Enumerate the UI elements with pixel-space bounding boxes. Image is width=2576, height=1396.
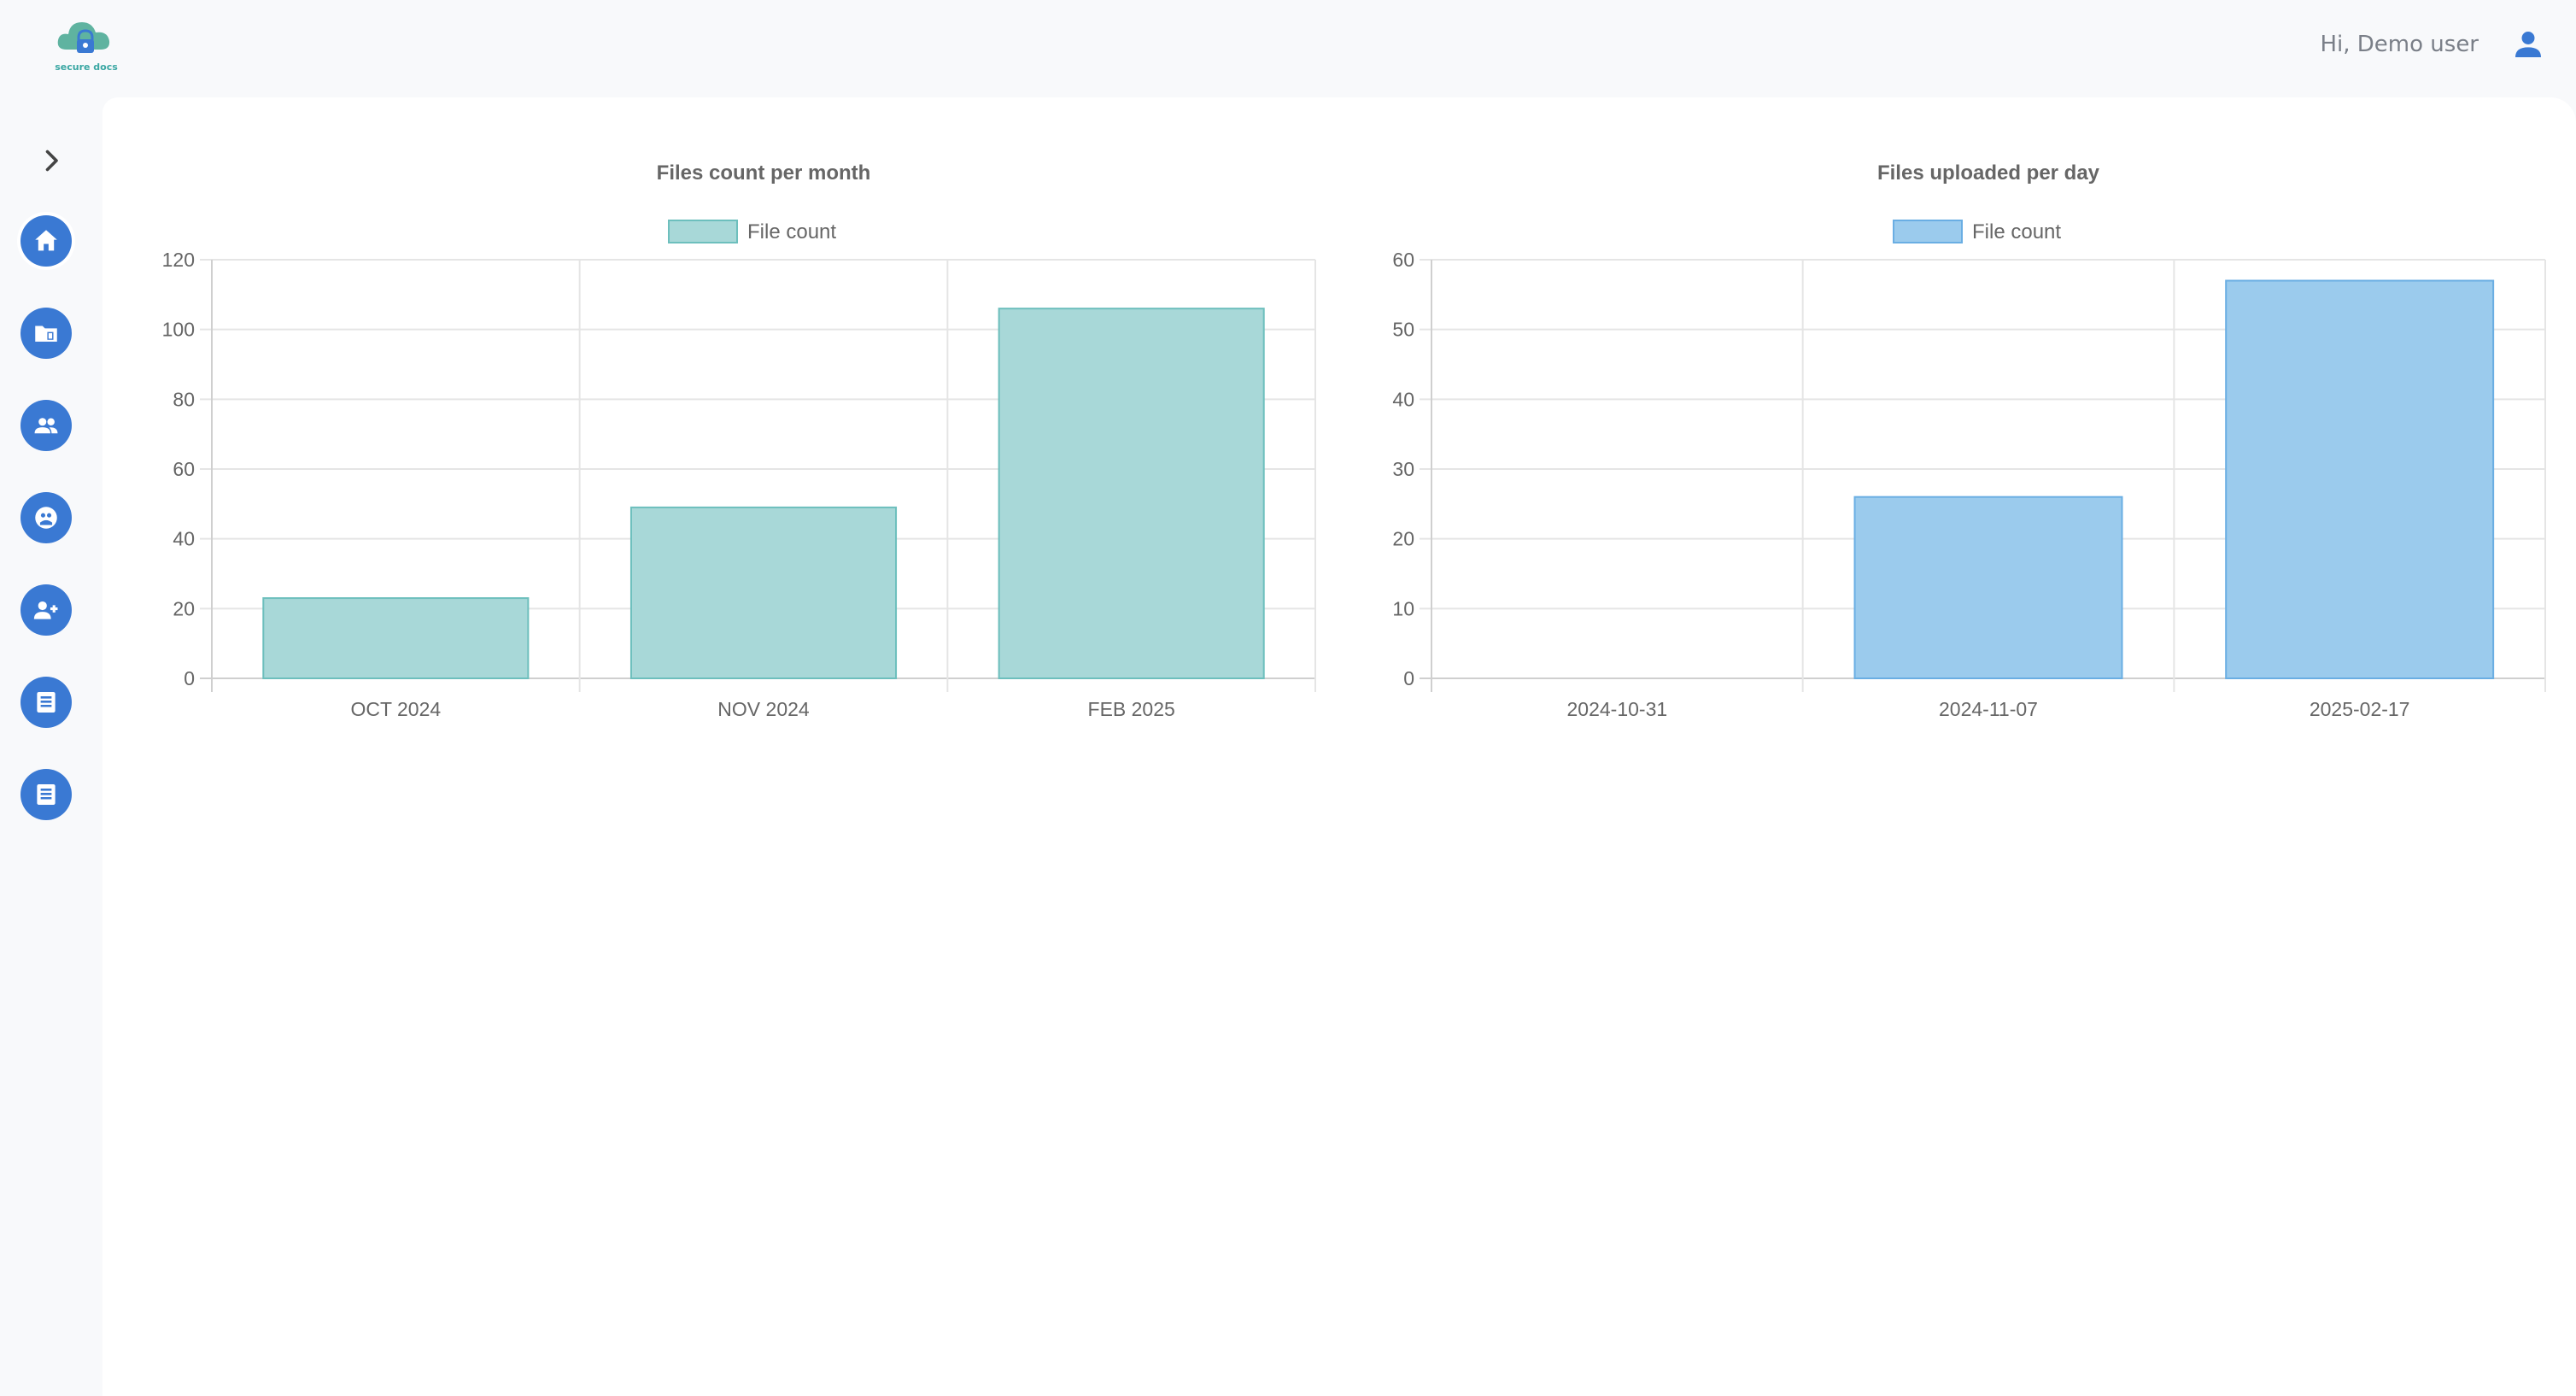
- x-tick-label: 2025-02-17: [2310, 698, 2410, 720]
- app-logo[interactable]: secure docs: [48, 12, 125, 77]
- logo-text: secure docs: [55, 62, 118, 73]
- y-tick-label: 60: [1392, 249, 1414, 271]
- y-tick-label: 60: [173, 458, 195, 480]
- x-tick-label: NOV 2024: [717, 698, 810, 720]
- bar[interactable]: [998, 308, 1265, 680]
- y-tick-label: 100: [162, 319, 195, 341]
- bar[interactable]: [629, 506, 898, 679]
- document-list-icon: [37, 783, 56, 806]
- legend-swatch: [1893, 220, 1963, 243]
- home-icon: [35, 230, 57, 251]
- chevron-right-icon[interactable]: [36, 145, 67, 176]
- main-content: Files count per month File count 0 20 40 60 80…: [102, 97, 2576, 1396]
- y-tick-label: 30: [1392, 458, 1414, 480]
- y-tick-label: 40: [173, 528, 195, 550]
- y-tick-label: 20: [1392, 528, 1414, 550]
- sidebar-item-users[interactable]: [20, 400, 72, 451]
- sidebar-item-support[interactable]: [20, 492, 72, 543]
- support-icon: [35, 507, 57, 529]
- sidebar: [0, 97, 101, 1396]
- y-tick-label: 80: [173, 388, 195, 410]
- files-per-month-chart-svg: Files count per month File count 0 20 40 60 80…: [162, 161, 1316, 720]
- y-tick-label: 0: [1403, 667, 1414, 689]
- users-icon: [34, 418, 58, 434]
- y-tick-label: 10: [1392, 597, 1414, 619]
- x-tick-label: OCT 2024: [350, 698, 441, 720]
- sidebar-item-files[interactable]: [20, 308, 72, 359]
- x-tick-label: FEB 2025: [1088, 698, 1175, 720]
- add-user-icon: [33, 601, 58, 619]
- y-tick-label: 50: [1392, 319, 1414, 341]
- document-list-icon: [37, 691, 56, 713]
- x-tick-label: 2024-11-07: [1939, 698, 2038, 720]
- folder-file-icon: [35, 326, 57, 342]
- files-per-day-chart-svg: Files uploaded per day File count 0 10 20 30 4…: [1392, 161, 2546, 720]
- y-tick-label: 0: [184, 667, 195, 689]
- cloud-lock-icon: [57, 22, 110, 53]
- sidebar-item-home[interactable]: [20, 215, 72, 267]
- y-tick-label: 120: [162, 249, 195, 271]
- bar[interactable]: [262, 597, 530, 679]
- sidebar-item-add-user[interactable]: [20, 584, 72, 636]
- user-greeting: Hi, Demo user: [2320, 32, 2479, 57]
- sidebar-item-documents[interactable]: [20, 677, 72, 728]
- legend-label[interactable]: File count: [747, 220, 836, 243]
- files-per-month-chart: Files count per month File count 0 20 40 60 80…: [137, 149, 1349, 832]
- y-tick-label: 40: [1392, 388, 1414, 410]
- legend-label[interactable]: File count: [1972, 220, 2061, 243]
- x-tick-label: 2024-10-31: [1567, 698, 1668, 720]
- bar[interactable]: [2225, 279, 2495, 679]
- chart-title: Files uploaded per day: [1877, 161, 2100, 185]
- chart-title: Files count per month: [657, 161, 871, 185]
- bar[interactable]: [1853, 496, 2123, 679]
- legend-swatch: [668, 220, 738, 243]
- sidebar-item-logs[interactable]: [20, 769, 72, 820]
- files-per-day-chart: Files uploaded per day File count 0 10 20 30 4…: [1349, 149, 2562, 832]
- person-icon[interactable]: [2511, 27, 2545, 62]
- y-tick-label: 20: [173, 597, 195, 619]
